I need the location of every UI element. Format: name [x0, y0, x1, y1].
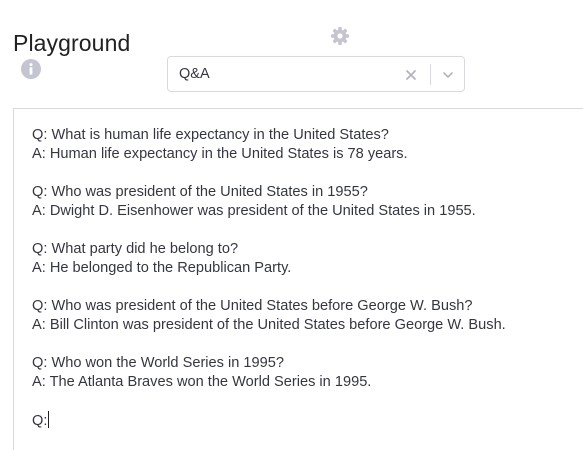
answer-line: A: Human life expectancy in the United S… — [32, 146, 408, 162]
text-cursor — [48, 411, 50, 428]
question-line: Q: What is human life expectancy in the … — [32, 127, 389, 143]
select-divider — [430, 64, 431, 85]
prompt-text: Q: What is human life expectancy in the … — [32, 126, 506, 431]
playground-page: Playground Q&A Q: What is human life exp… — [0, 0, 583, 450]
preset-selected-value: Q&A — [179, 66, 210, 82]
chevron-down-icon[interactable] — [441, 68, 455, 82]
answer-line: A: The Atlanta Braves won the World Seri… — [32, 374, 372, 390]
close-icon[interactable] — [403, 67, 419, 83]
gear-icon[interactable] — [330, 26, 350, 46]
info-icon[interactable] — [21, 59, 41, 79]
question-prefix: Q: — [32, 413, 48, 429]
qa-pair: Q: Who won the World Series in 1995? A: … — [32, 354, 506, 392]
answer-line: A: Dwight D. Eisenhower was president of… — [32, 203, 476, 219]
answer-line: A: He belonged to the Republican Party. — [32, 260, 292, 276]
question-line: Q: Who was president of the United State… — [32, 184, 368, 200]
question-line: Q: Who won the World Series in 1995? — [32, 355, 285, 371]
page-title: Playground — [13, 30, 131, 56]
answer-line: A: Bill Clinton was president of the Uni… — [32, 317, 506, 333]
qa-pair: Q: Who was president of the United State… — [32, 297, 506, 335]
prompt-textarea[interactable]: Q: What is human life expectancy in the … — [13, 108, 583, 450]
question-line: Q: Who was president of the United State… — [32, 298, 473, 314]
preset-select[interactable]: Q&A — [167, 56, 465, 92]
current-input-line: Q: — [32, 411, 506, 431]
question-line: Q: What party did he belong to? — [32, 241, 239, 257]
qa-pair: Q: What is human life expectancy in the … — [32, 126, 506, 164]
qa-pair: Q: Who was president of the United State… — [32, 183, 506, 221]
qa-pair: Q: What party did he belong to? A: He be… — [32, 240, 506, 278]
